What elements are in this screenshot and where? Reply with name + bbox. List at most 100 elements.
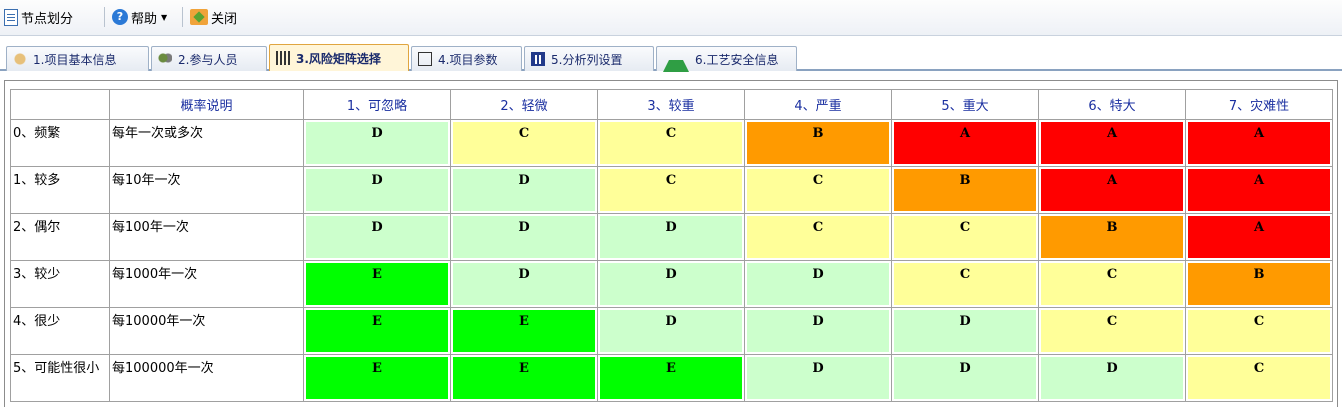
risk-level-label: D bbox=[665, 267, 677, 282]
matrix-row[interactable]: 4、很少 每10000年一次 E E D D D C C bbox=[10, 307, 1333, 355]
risk-cell[interactable]: A bbox=[1185, 119, 1333, 167]
tab-project-params[interactable]: 4.项目参数 bbox=[411, 46, 522, 71]
risk-level-label: E bbox=[372, 314, 382, 329]
risk-cell[interactable]: E bbox=[597, 354, 745, 402]
risk-cell[interactable]: C bbox=[744, 166, 892, 214]
risk-cell[interactable]: D bbox=[597, 213, 745, 261]
risk-level-label: D bbox=[518, 220, 530, 235]
help-button[interactable]: ? 帮助 ▼ bbox=[112, 6, 167, 28]
matrix-row[interactable]: 1、较多 每10年一次 D D C C B A A bbox=[10, 166, 1333, 214]
risk-cell[interactable]: A bbox=[1038, 119, 1186, 167]
risk-cell[interactable]: C bbox=[450, 119, 598, 167]
risk-cell[interactable]: D bbox=[891, 307, 1039, 355]
risk-cell[interactable]: B bbox=[744, 119, 892, 167]
risk-cell[interactable]: D bbox=[303, 119, 451, 167]
risk-cell[interactable]: D bbox=[1038, 354, 1186, 402]
risk-level-label: A bbox=[1253, 126, 1265, 141]
matrix-row[interactable]: 0、频繁 每年一次或多次 D C C B A A A bbox=[10, 119, 1333, 167]
risk-level-label: C bbox=[665, 173, 677, 188]
node-division-button[interactable]: 节点划分 bbox=[4, 6, 73, 28]
risk-cell[interactable]: A bbox=[891, 119, 1039, 167]
risk-level-label: C bbox=[1253, 314, 1265, 329]
tab-label: 3.风险矩阵选择 bbox=[296, 51, 381, 66]
tab-process-safety[interactable]: 6.工艺安全信息 bbox=[656, 46, 797, 72]
risk-cell[interactable]: A bbox=[1038, 166, 1186, 214]
risk-cell[interactable]: C bbox=[1185, 307, 1333, 355]
risk-cell[interactable]: D bbox=[597, 260, 745, 308]
risk-cell[interactable]: C bbox=[1185, 354, 1333, 402]
risk-cell[interactable]: A bbox=[1185, 213, 1333, 261]
risk-level-label: A bbox=[1106, 173, 1118, 188]
risk-cell[interactable]: D bbox=[891, 354, 1039, 402]
matrix-row[interactable]: 3、较少 每1000年一次 E D D D C C B bbox=[10, 260, 1333, 308]
close-label: 关闭 bbox=[211, 11, 238, 27]
risk-cell[interactable]: D bbox=[450, 166, 598, 214]
probability-description: 每1000年一次 bbox=[109, 260, 304, 308]
node-division-label: 节点划分 bbox=[21, 11, 74, 27]
header-row: 概率说明 1、可忽略 2、轻微 3、较重 4、严重 5、重大 6、特大 7、灾难… bbox=[10, 89, 1333, 120]
risk-cell[interactable]: D bbox=[450, 260, 598, 308]
risk-matrix-table: 概率说明 1、可忽略 2、轻微 3、较重 4、严重 5、重大 6、特大 7、灾难… bbox=[10, 89, 1333, 402]
risk-level-label: C bbox=[812, 173, 824, 188]
tab-risk-matrix[interactable]: 3.风险矩阵选择 bbox=[269, 44, 409, 71]
severity-header: 6、特大 bbox=[1038, 89, 1186, 120]
close-button[interactable]: 关闭 bbox=[190, 6, 237, 28]
risk-cell[interactable]: A bbox=[1185, 166, 1333, 214]
risk-cell[interactable]: C bbox=[1038, 307, 1186, 355]
risk-level-label: C bbox=[959, 220, 971, 235]
matrix-row[interactable]: 2、偶尔 每100年一次 D D D C C B A bbox=[10, 213, 1333, 261]
probability-description: 每100000年一次 bbox=[109, 354, 304, 402]
probability-level-label: 0、频繁 bbox=[10, 119, 110, 167]
risk-cell[interactable]: D bbox=[450, 213, 598, 261]
matrix-body: 0、频繁 每年一次或多次 D C C B A A A 1、较多 每10年一次 D D C C B A A 2、偶尔每… bbox=[10, 119, 1333, 402]
risk-cell[interactable]: D bbox=[303, 213, 451, 261]
probability-desc-header: 概率说明 bbox=[109, 89, 304, 120]
tab-label: 5.分析列设置 bbox=[551, 52, 623, 67]
risk-cell[interactable]: C bbox=[597, 119, 745, 167]
grid-icon bbox=[276, 51, 290, 65]
risk-level-label: D bbox=[518, 267, 530, 282]
people-icon bbox=[158, 52, 172, 66]
risk-level-label: C bbox=[518, 126, 530, 141]
corner-header bbox=[10, 89, 110, 120]
risk-cell[interactable]: C bbox=[744, 213, 892, 261]
severity-header: 4、严重 bbox=[744, 89, 892, 120]
risk-level-label: D bbox=[371, 126, 383, 141]
severity-header: 7、灾难性 bbox=[1185, 89, 1333, 120]
probability-level-label: 2、偶尔 bbox=[10, 213, 110, 261]
risk-level-label: B bbox=[812, 126, 824, 141]
probability-description: 每10000年一次 bbox=[109, 307, 304, 355]
risk-cell[interactable]: B bbox=[891, 166, 1039, 214]
matrix-row[interactable]: 5、可能性很小 每100000年一次 E E E D D D C bbox=[10, 354, 1333, 402]
risk-cell[interactable]: D bbox=[744, 307, 892, 355]
risk-cell[interactable]: C bbox=[1038, 260, 1186, 308]
risk-level-label: D bbox=[812, 314, 824, 329]
risk-level-label: D bbox=[1106, 361, 1118, 376]
close-icon bbox=[190, 9, 208, 25]
help-icon: ? bbox=[112, 9, 128, 25]
risk-level-label: D bbox=[371, 173, 383, 188]
risk-level-label: C bbox=[1106, 314, 1118, 329]
risk-cell[interactable]: D bbox=[744, 260, 892, 308]
risk-level-label: D bbox=[812, 361, 824, 376]
risk-cell[interactable]: E bbox=[303, 260, 451, 308]
risk-cell[interactable]: B bbox=[1185, 260, 1333, 308]
risk-cell[interactable]: C bbox=[891, 260, 1039, 308]
tab-participants[interactable]: 2.参与人员 bbox=[151, 46, 267, 71]
tab-analysis-columns[interactable]: 5.分析列设置 bbox=[524, 46, 654, 71]
probability-description: 每年一次或多次 bbox=[109, 119, 304, 167]
tab-project-info[interactable]: 1.项目基本信息 bbox=[6, 46, 149, 71]
risk-cell[interactable]: D bbox=[597, 307, 745, 355]
risk-cell[interactable]: D bbox=[744, 354, 892, 402]
risk-cell[interactable]: E bbox=[303, 307, 451, 355]
toolbar: 节点划分 ? 帮助 ▼ 关闭 bbox=[0, 0, 1342, 36]
risk-cell[interactable]: E bbox=[450, 354, 598, 402]
risk-cell[interactable]: C bbox=[891, 213, 1039, 261]
risk-cell[interactable]: D bbox=[303, 166, 451, 214]
toolbar-divider bbox=[104, 7, 105, 27]
risk-cell[interactable]: B bbox=[1038, 213, 1186, 261]
risk-cell[interactable]: E bbox=[303, 354, 451, 402]
risk-cell[interactable]: E bbox=[450, 307, 598, 355]
document-icon bbox=[4, 8, 18, 26]
risk-cell[interactable]: C bbox=[597, 166, 745, 214]
